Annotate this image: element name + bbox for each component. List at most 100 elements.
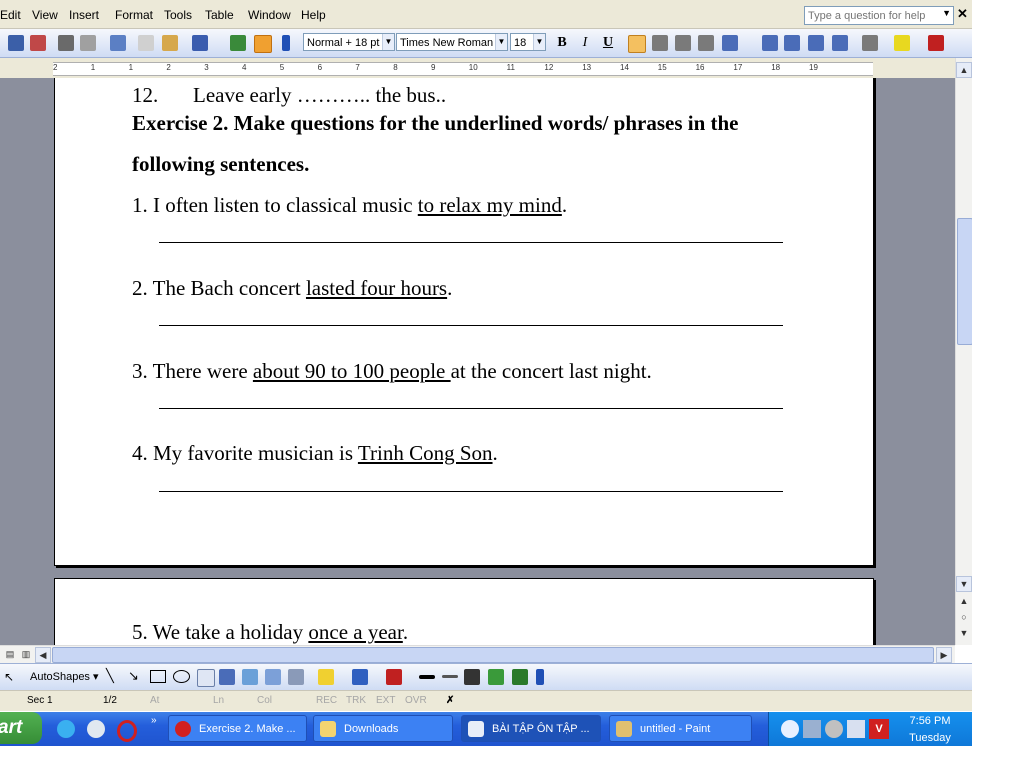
media-player-icon[interactable]: [87, 720, 105, 738]
document-page[interactable]: 12. Leave early ……….. the bus.. Exercise…: [54, 78, 874, 566]
status-rec[interactable]: REC: [316, 695, 337, 706]
spelling-status-icon[interactable]: ✗: [446, 695, 454, 706]
document-page-2[interactable]: 5. We take a holiday once a year.: [54, 578, 874, 645]
status-trk[interactable]: TRK: [346, 695, 366, 706]
antivirus-icon[interactable]: V: [869, 719, 889, 739]
line-spacing-icon[interactable]: [722, 35, 738, 51]
wordart-icon[interactable]: [219, 669, 235, 685]
answer-line: [159, 325, 783, 326]
picture-icon[interactable]: [288, 669, 304, 685]
toolbar-options-icon[interactable]: [536, 669, 544, 685]
print-preview-icon[interactable]: [80, 35, 96, 51]
status-ovr[interactable]: OVR: [405, 695, 427, 706]
3d-style-icon[interactable]: [512, 669, 528, 685]
close-icon[interactable]: ✕: [957, 6, 968, 22]
borders-icon[interactable]: [862, 35, 878, 51]
scroll-right-icon[interactable]: ▶: [936, 647, 952, 663]
decrease-indent-icon[interactable]: [808, 35, 824, 51]
horizontal-ruler[interactable]: 2 1 1 2 3 4 5 6 7 8 9 10 11 12 13 14 15 16 17 18 19: [0, 58, 955, 78]
normal-view-icon[interactable]: ▤: [2, 647, 18, 663]
toolbar-options-icon[interactable]: [282, 35, 290, 51]
horizontal-scrollbar[interactable]: ▤ ▥ ◀ ▶: [0, 645, 955, 663]
opera-icon[interactable]: [117, 720, 137, 742]
increase-indent-icon[interactable]: [832, 35, 848, 51]
line-style-icon[interactable]: [419, 675, 435, 679]
horizontal-scroll-thumb[interactable]: [52, 647, 934, 663]
task-opera[interactable]: Exercise 2. Make ...: [168, 715, 307, 742]
diagram-icon[interactable]: [242, 669, 258, 685]
arrow-style-icon[interactable]: [464, 669, 480, 685]
status-ext[interactable]: EXT: [376, 695, 395, 706]
help-search-input[interactable]: [805, 7, 939, 24]
task-downloads[interactable]: Downloads: [313, 715, 453, 742]
oval-icon[interactable]: [173, 670, 190, 683]
select-browse-object-icon[interactable]: ○: [956, 610, 972, 626]
bold-button[interactable]: B: [553, 34, 571, 52]
task-paint[interactable]: untitled - Paint: [609, 715, 752, 742]
ie-icon[interactable]: [57, 720, 75, 738]
text-box-icon[interactable]: [197, 669, 215, 687]
hyperlink-icon[interactable]: [230, 35, 246, 51]
document-area[interactable]: 12. Leave early ……….. the bus.. Exercise…: [0, 78, 955, 645]
zalo-icon[interactable]: [781, 720, 799, 738]
task-word[interactable]: BÀI TẬP ÔN TẬP ...: [461, 715, 601, 742]
font-color-icon[interactable]: [386, 669, 402, 685]
line-color-icon[interactable]: [352, 669, 368, 685]
align-left-icon[interactable]: [628, 35, 646, 53]
scroll-up-icon[interactable]: ▲: [956, 62, 972, 78]
start-button[interactable]: art: [0, 712, 42, 744]
next-page-icon[interactable]: ▼: [956, 626, 972, 642]
drawing-toggle-icon[interactable]: [254, 35, 272, 53]
clock[interactable]: 7:56 PM Tuesday: [907, 714, 953, 745]
italic-button[interactable]: I: [576, 34, 594, 52]
tray-app-icon[interactable]: [847, 720, 865, 738]
justify-icon[interactable]: [698, 35, 714, 51]
font-size-select[interactable]: 18 ▼: [510, 33, 546, 51]
style-select[interactable]: Normal + 18 pt ▼: [303, 33, 395, 51]
previous-page-icon[interactable]: ▲: [956, 594, 972, 610]
menu-view[interactable]: View: [32, 8, 58, 22]
save-icon[interactable]: [8, 35, 24, 51]
menu-tools[interactable]: Tools: [164, 8, 192, 22]
highlight-icon[interactable]: [894, 35, 910, 51]
underline-button[interactable]: U: [599, 34, 617, 52]
align-center-icon[interactable]: [652, 35, 668, 51]
autoshapes-menu[interactable]: AutoShapes ▾: [30, 670, 99, 683]
shadow-style-icon[interactable]: [488, 669, 504, 685]
permission-icon[interactable]: [30, 35, 46, 51]
bullets-icon[interactable]: [784, 35, 800, 51]
volume-icon[interactable]: [825, 720, 843, 738]
menu-format[interactable]: Format: [115, 8, 153, 22]
help-search-box[interactable]: ▼: [804, 6, 954, 25]
network-icon[interactable]: [803, 720, 821, 738]
underlined-phrase: once a year: [308, 620, 403, 644]
vertical-scrollbar[interactable]: ▲ ▼ ▲ ○ ▼: [955, 58, 973, 645]
undo-icon[interactable]: [192, 35, 208, 51]
arrow-icon[interactable]: ↘: [128, 668, 139, 684]
dash-style-icon[interactable]: [442, 675, 458, 678]
spelling-icon[interactable]: [110, 35, 126, 51]
print-icon[interactable]: [58, 35, 74, 51]
fill-color-icon[interactable]: [318, 669, 334, 685]
menu-insert[interactable]: Insert: [69, 8, 99, 22]
vertical-scroll-thumb[interactable]: [957, 218, 973, 345]
reading-view-icon[interactable]: ▥: [18, 647, 34, 663]
font-color-icon[interactable]: [928, 35, 944, 51]
numbering-icon[interactable]: [762, 35, 778, 51]
menu-help[interactable]: Help: [301, 8, 326, 22]
menu-window[interactable]: Window: [248, 8, 291, 22]
quick-launch-more-icon[interactable]: »: [151, 715, 157, 726]
menu-table[interactable]: Table: [205, 8, 234, 22]
font-select[interactable]: Times New Roman ▼: [396, 33, 508, 51]
menu-edit[interactable]: Edit: [0, 8, 21, 22]
select-objects-icon[interactable]: ↖: [4, 670, 14, 684]
scroll-down-icon[interactable]: ▼: [956, 576, 972, 592]
align-right-icon[interactable]: [675, 35, 691, 51]
copy-icon[interactable]: [138, 35, 154, 51]
clip-art-icon[interactable]: [265, 669, 281, 685]
line-icon[interactable]: ╲: [106, 668, 114, 684]
rectangle-icon[interactable]: [150, 670, 166, 683]
paste-icon[interactable]: [162, 35, 178, 51]
scroll-left-icon[interactable]: ◀: [35, 647, 51, 663]
chevron-down-icon[interactable]: ▼: [942, 8, 951, 18]
